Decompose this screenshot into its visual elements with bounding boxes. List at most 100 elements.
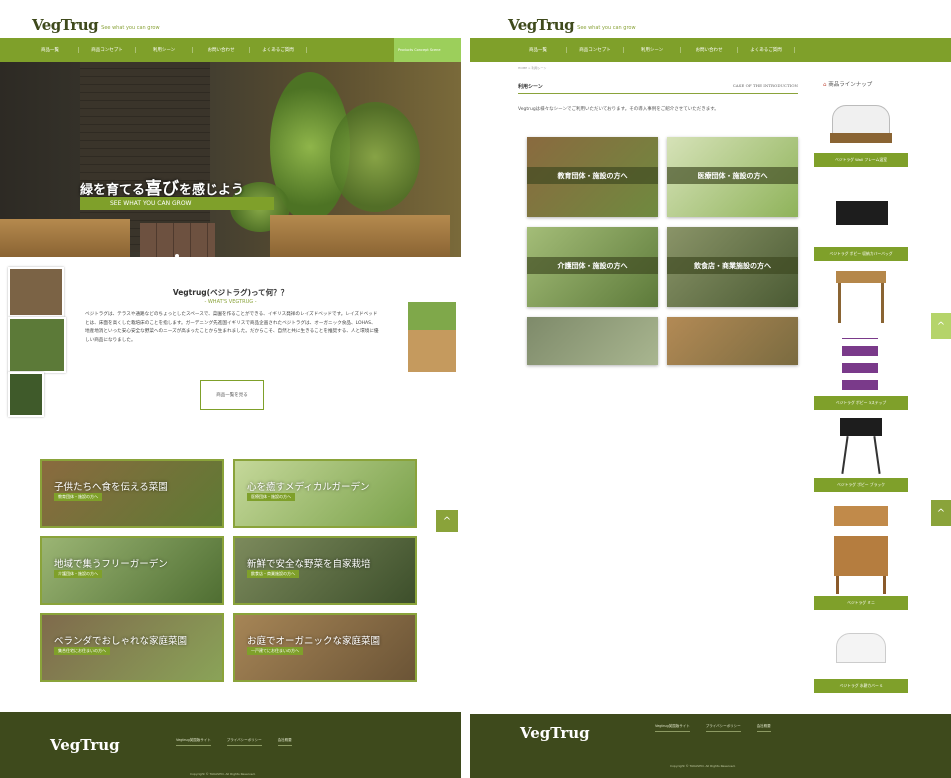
product-image [814, 334, 908, 396]
footer: VegTrug Vegtrug英国版サイト プライバシーポリシー 会社概要 Co… [470, 714, 951, 778]
hero-title-pre: 緑を育てる [80, 183, 146, 198]
intro-planter-photo [408, 302, 456, 372]
chevron-up-icon: ^ [442, 515, 452, 527]
nav-faq[interactable]: よくあるご質問 [250, 47, 307, 53]
scene-tile[interactable] [667, 317, 798, 365]
footer-link-privacy[interactable]: プライバシーポリシー [705, 724, 741, 732]
main-nav: 商品一覧 商品コンセプト 利用シーン お問い合わせ よくあるご質問 [0, 38, 461, 62]
scroll-top-button[interactable]: ^ [436, 510, 458, 532]
product-item[interactable]: ベジトラグ ミニ [814, 502, 908, 610]
product-item[interactable] [814, 263, 908, 327]
scene-label: 教育団体・施設の方へ [527, 167, 658, 184]
nav-faq[interactable]: よくあるご質問 [738, 47, 795, 53]
scene-card[interactable]: 子供たちへ食を伝える菜園 教育団体・施設の方へ [40, 459, 224, 528]
scene-card[interactable]: 心を癒すメディカルガーデン 医療団体・施設の方へ [233, 459, 417, 528]
product-item[interactable]: ベジトラグ ポピー 収納カバーバッグ [814, 187, 908, 261]
scene-card[interactable]: 新鮮で安全な野菜を自家栽培 飲食店・商業施設の方へ [233, 536, 417, 605]
intro-title: Vegtrug(ベジトラグ)って何？？ [172, 288, 289, 297]
slider-dot[interactable] [175, 254, 179, 258]
footer-link-company[interactable]: 会社概要 [756, 724, 771, 732]
nav-contact[interactable]: お問い合わせ [193, 47, 250, 53]
section-header: 利用シーン CASE OF THE INTRODUCTION [518, 83, 798, 94]
scene-label: 介護団体・施設の方へ [527, 257, 658, 274]
scene-tile[interactable]: 介護団体・施設の方へ [527, 227, 658, 307]
copyright: Copyright © TAKASHO. All Rights Reserved… [190, 772, 256, 776]
intro-photo [8, 372, 44, 417]
product-image [814, 412, 908, 478]
product-image [814, 621, 908, 679]
footer-logo[interactable]: VegTrug [50, 736, 120, 754]
hero-title-em: 喜び [145, 179, 180, 199]
product-image [814, 97, 908, 153]
card-badge: 集合住宅にお住まいの方へ [54, 647, 110, 655]
scene-card[interactable]: お庭でオーガニックな家庭菜園 一戸建てにお住まいの方へ [233, 613, 417, 682]
hero-plant [330, 102, 420, 212]
tagline: See what you can grow [577, 25, 636, 31]
view-products-button[interactable]: 商品一覧を見る [200, 380, 264, 410]
card-title: お庭でオーガニックな家庭菜園 [247, 636, 381, 647]
product-item[interactable]: ベジトラグ 水耕カバー S [814, 621, 908, 693]
header: VegTrug See what you can grow [470, 0, 951, 38]
vegtrug-logo[interactable]: VegTrug [508, 16, 575, 34]
lineup-title-text: 商品ラインナップ [828, 82, 873, 88]
product-item[interactable]: ベジトラグ ポピー ブラック [814, 412, 908, 492]
nav-products[interactable]: 商品一覧 [510, 47, 567, 53]
hero-title: 緑を育てる喜びを感じよう [80, 174, 244, 199]
intro-subtitle: - WHAT'S VEGTRUG - [204, 299, 257, 305]
intro-photo [8, 317, 66, 373]
nav-concept[interactable]: 商品コンセプト [79, 47, 136, 53]
footer-links: Vegtrug英国版サイト プライバシーポリシー 会社概要 [176, 738, 308, 746]
product-item[interactable]: ベジトラグ ポピー 3ステップ [814, 334, 908, 410]
product-label: ベジトラグ ミニ [814, 596, 908, 610]
product-label: ベジトラグ ポピー 3ステップ [814, 396, 908, 410]
intro-section: Vegtrug(ベジトラグ)って何？？ - WHAT'S VEGTRUG - ベ… [0, 262, 461, 432]
card-badge: 一戸建てにお住まいの方へ [247, 647, 303, 655]
chevron-up-icon: ^ [936, 320, 946, 332]
card-badge: 教育団体・施設の方へ [54, 493, 102, 501]
product-image [814, 187, 908, 247]
scene-card[interactable]: 地域で集うフリーガーデン 介護団体・施設の方へ [40, 536, 224, 605]
breadcrumb[interactable]: HOME > 利用シーン [518, 66, 546, 70]
header: VegTrug See what you can grow [0, 0, 461, 38]
hero-slider[interactable]: 緑を育てる喜びを感じよう SEE WHAT YOU CAN GROW [0, 62, 461, 257]
section-title-en: CASE OF THE INTRODUCTION [732, 83, 798, 88]
hero-planter [270, 215, 450, 257]
nav-concept[interactable]: 商品コンセプト [567, 47, 624, 53]
product-label: ベジトラグ 水耕カバー S [814, 679, 908, 693]
scroll-top-button[interactable]: ^ [931, 500, 951, 526]
chevron-up-icon: ^ [936, 507, 946, 519]
footer-logo[interactable]: VegTrug [520, 724, 590, 742]
card-title: 心を癒すメディカルガーデン [247, 482, 370, 493]
footer-link-uk[interactable]: Vegtrug英国版サイト [176, 738, 211, 746]
nav-scene[interactable]: 利用シーン [136, 47, 193, 53]
product-image [814, 263, 908, 327]
product-item[interactable]: ベジトラグ Wall フレーム温室 [814, 97, 908, 167]
product-image [814, 502, 908, 596]
vegtrug-logo[interactable]: VegTrug [32, 16, 99, 34]
product-label: ベジトラグ ポピー ブラック [814, 478, 908, 492]
footer-link-uk[interactable]: Vegtrug英国版サイト [655, 724, 690, 732]
card-title: 子供たちへ食を伝える菜園 [54, 482, 168, 493]
scene-tile[interactable]: 教育団体・施設の方へ [527, 137, 658, 217]
card-title: 新鮮で安全な野菜を自家栽培 [247, 559, 371, 570]
cart-icon: ⌂ [823, 82, 827, 88]
hero-planter [0, 219, 130, 257]
intro-text: ベジトラグは、テラスや通路などのちょっとしたスペースで、菜園を作ることができる、… [85, 312, 379, 343]
nav-contact[interactable]: お問い合わせ [681, 47, 738, 53]
hero-subtitle: SEE WHAT YOU CAN GROW [80, 197, 274, 210]
nav-products[interactable]: 商品一覧 [22, 47, 79, 53]
card-badge: 介護団体・施設の方へ [54, 570, 102, 578]
footer-link-company[interactable]: 会社概要 [277, 738, 292, 746]
right-page: VegTrug See what you can grow 商品一覧 商品コンセ… [470, 0, 951, 778]
slider-dots[interactable] [173, 243, 181, 262]
scene-tile[interactable] [527, 317, 658, 365]
tagline: See what you can grow [101, 25, 160, 31]
nav-scene[interactable]: 利用シーン [624, 47, 681, 53]
card-title: ベランダでおしゃれな家庭菜園 [54, 636, 188, 647]
scroll-top-button[interactable]: ^ [931, 313, 951, 339]
card-title: 地域で集うフリーガーデン [54, 559, 168, 570]
scene-card[interactable]: ベランダでおしゃれな家庭菜園 集合住宅にお住まいの方へ [40, 613, 224, 682]
scene-tile[interactable]: 医療団体・施設の方へ [667, 137, 798, 217]
footer-link-privacy[interactable]: プライバシーポリシー [226, 738, 262, 746]
scene-tile[interactable]: 飲食店・商業施設の方へ [667, 227, 798, 307]
